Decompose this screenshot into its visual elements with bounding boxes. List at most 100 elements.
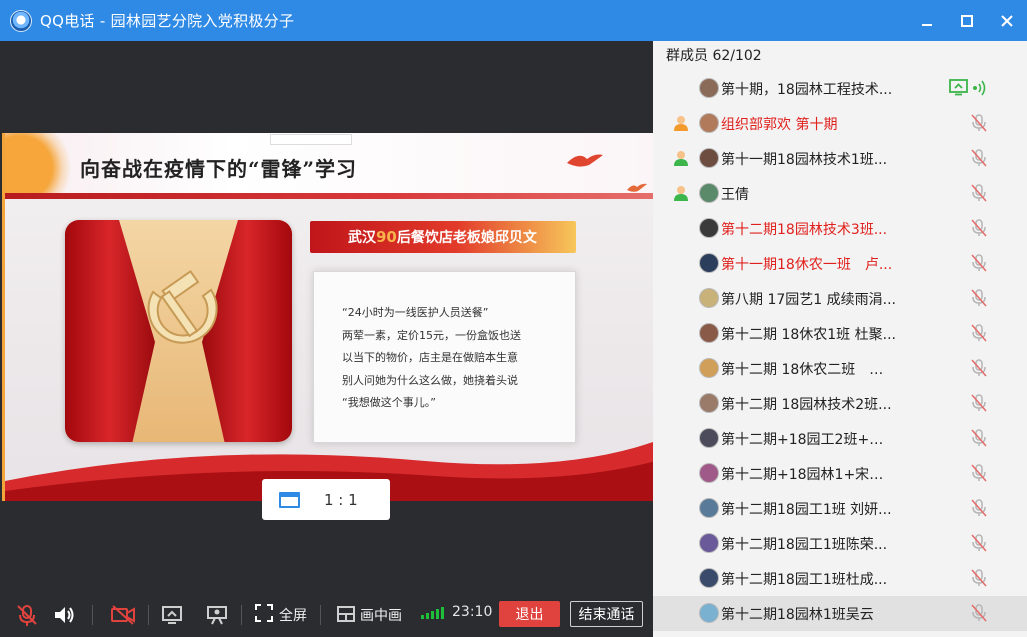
member-row[interactable]: 第十二期18园林1班吴云 xyxy=(653,596,1027,631)
network-signal-icon xyxy=(421,607,444,619)
speaking-indicator xyxy=(971,79,989,101)
speaking-icon xyxy=(973,80,986,96)
mic-muted-button[interactable] xyxy=(15,603,39,627)
mute-indicator xyxy=(971,604,987,626)
party-emblem-image xyxy=(65,220,292,442)
fullscreen-label[interactable]: 全屏 xyxy=(279,605,307,625)
member-name: 第十二期 18休农1班 杜聚... xyxy=(721,327,896,343)
admin-role-icon xyxy=(674,116,688,131)
window-icon xyxy=(279,491,300,508)
window-title: QQ电话 - 园林园艺分院入党积极分子 xyxy=(40,12,295,30)
mic-muted-icon xyxy=(971,499,987,517)
share-screen-icon xyxy=(162,606,182,624)
slide-headline: 向奋战在疫情下的“雷锋”学习 xyxy=(80,157,358,181)
member-name: 第十二期+18园林1+宋玉... xyxy=(721,467,896,483)
avatar xyxy=(699,323,719,343)
qq-logo-icon xyxy=(10,9,32,32)
member-row[interactable]: 第十二期18园林技术3班... xyxy=(653,211,1027,246)
member-name: 王倩 xyxy=(721,187,749,203)
shared-screen: 向奋战在疫情下的“雷锋”学习 武汉 90 后餐饮店老板娘邱贝文 “24小时为一线医护… xyxy=(2,133,653,501)
member-row[interactable]: 第十一期18休农一班 卢... xyxy=(653,246,1027,281)
avatar xyxy=(699,463,719,483)
maximize-icon xyxy=(961,14,973,27)
member-panel: 群成员 62/102 第十期，18园林工程技术... 组织部郭欢 第十期第十一期1… xyxy=(653,41,1027,637)
story-line: 两荤一素，定价15元，一份盒饭也送 xyxy=(342,328,521,342)
member-row[interactable]: 组织部郭欢 第十期 xyxy=(653,106,1027,141)
fullscreen-icon xyxy=(255,604,273,622)
member-name: 第十二期18园工1班 刘妍... xyxy=(721,502,892,518)
member-row[interactable]: 第十二期 18园林技术2班... xyxy=(653,386,1027,421)
story-line: 以当下的物价，店主是在做赔本生意 xyxy=(342,351,518,364)
aspect-ratio-label: 1 : 1 xyxy=(324,490,358,509)
exit-button[interactable]: 退出 xyxy=(499,601,560,627)
member-name: 第十二期 18园林技术2班... xyxy=(721,397,892,413)
share-screen-button[interactable] xyxy=(160,603,184,627)
member-name: 第八期 17园艺1 成续雨涓... xyxy=(721,292,896,308)
member-row[interactable]: 第十二期 18休农二班 叶... xyxy=(653,351,1027,386)
banner-number: 90 xyxy=(376,228,397,246)
end-call-button[interactable]: 结束通话 xyxy=(570,601,643,627)
story-line: 别人问她为什么这么做，她挠着头说 xyxy=(342,373,518,387)
member-row[interactable]: 第十二期+18园林1+宋玉... xyxy=(653,456,1027,491)
toolbar-divider xyxy=(148,605,149,625)
member-row[interactable]: 第十一期18园林技术1班... xyxy=(653,141,1027,176)
mic-muted-icon xyxy=(971,394,987,412)
pip-label[interactable]: 画中画 xyxy=(360,605,402,625)
member-name: 第十二期18园工1班杜成... xyxy=(721,572,888,588)
member-row[interactable]: 第十二期+18园工2班+王... xyxy=(653,421,1027,456)
presentation-icon xyxy=(207,606,227,625)
camera-off-button[interactable] xyxy=(110,603,136,627)
mic-muted-icon xyxy=(971,184,987,202)
member-name: 第十二期+18园工2班+王... xyxy=(721,432,896,448)
admin-role-icon xyxy=(674,151,688,166)
member-name: 第十一期18园林技术1班... xyxy=(721,152,888,168)
member-row[interactable]: 王倩 xyxy=(653,176,1027,211)
avatar xyxy=(699,533,719,553)
minimize-icon xyxy=(922,23,932,26)
close-button[interactable] xyxy=(987,0,1027,41)
member-name: 第十一期18休农一班 卢... xyxy=(721,257,893,273)
aspect-ratio-button[interactable]: 1 : 1 xyxy=(262,479,390,520)
mute-indicator xyxy=(971,534,987,556)
member-count: 群成员 62/102 xyxy=(666,48,762,64)
speaker-icon xyxy=(55,607,74,623)
avatar xyxy=(699,218,719,238)
member-row[interactable]: 第十二期18园工1班杜成... xyxy=(653,561,1027,596)
mic-muted-icon xyxy=(971,324,987,342)
close-icon xyxy=(1001,14,1013,27)
minimize-button[interactable] xyxy=(907,0,947,41)
call-timer: 23:10 xyxy=(452,604,493,620)
mic-muted-icon xyxy=(971,114,987,132)
mic-muted-icon xyxy=(17,605,37,626)
member-name: 第十二期 18休农二班 叶... xyxy=(721,362,896,378)
banner-prefix: 武汉 xyxy=(348,230,376,246)
member-name: 第十二期18园工1班陈荣... xyxy=(721,537,888,553)
mute-indicator xyxy=(971,429,987,451)
member-row[interactable]: 第十二期18园工1班 刘妍... xyxy=(653,491,1027,526)
member-row[interactable]: 第八期 17园艺1 成续雨涓... xyxy=(653,281,1027,316)
member-row[interactable]: 第十二期18园工1班陈荣... xyxy=(653,526,1027,561)
role-indicator xyxy=(672,184,690,202)
member-name: 组织部郭欢 第十期 xyxy=(721,117,838,133)
avatar xyxy=(699,183,719,203)
mic-muted-icon xyxy=(971,219,987,237)
avatar xyxy=(699,603,719,623)
admin-role-icon xyxy=(674,186,688,201)
hammer-sickle-icon xyxy=(147,269,218,344)
presentation-button[interactable] xyxy=(205,603,229,627)
member-row[interactable]: 第十期，18园林工程技术... xyxy=(653,71,1027,106)
mic-muted-icon xyxy=(971,534,987,552)
role-indicator xyxy=(672,149,690,167)
fullscreen-icon-button[interactable] xyxy=(254,603,274,623)
maximize-button[interactable] xyxy=(947,0,987,41)
story-line: “24小时为一线医护人员送餐” xyxy=(342,306,489,319)
pip-icon-button[interactable] xyxy=(336,604,356,624)
mute-indicator xyxy=(971,254,987,276)
avatar xyxy=(699,113,719,133)
story-banner: 武汉 90 后餐饮店老板娘邱贝文 xyxy=(310,221,576,253)
member-name: 第十期，18园林工程技术... xyxy=(721,82,893,98)
speaker-button[interactable] xyxy=(52,603,76,627)
member-row[interactable]: 第十二期 18休农1班 杜聚... xyxy=(653,316,1027,351)
avatar xyxy=(699,498,719,518)
mute-indicator xyxy=(971,184,987,206)
